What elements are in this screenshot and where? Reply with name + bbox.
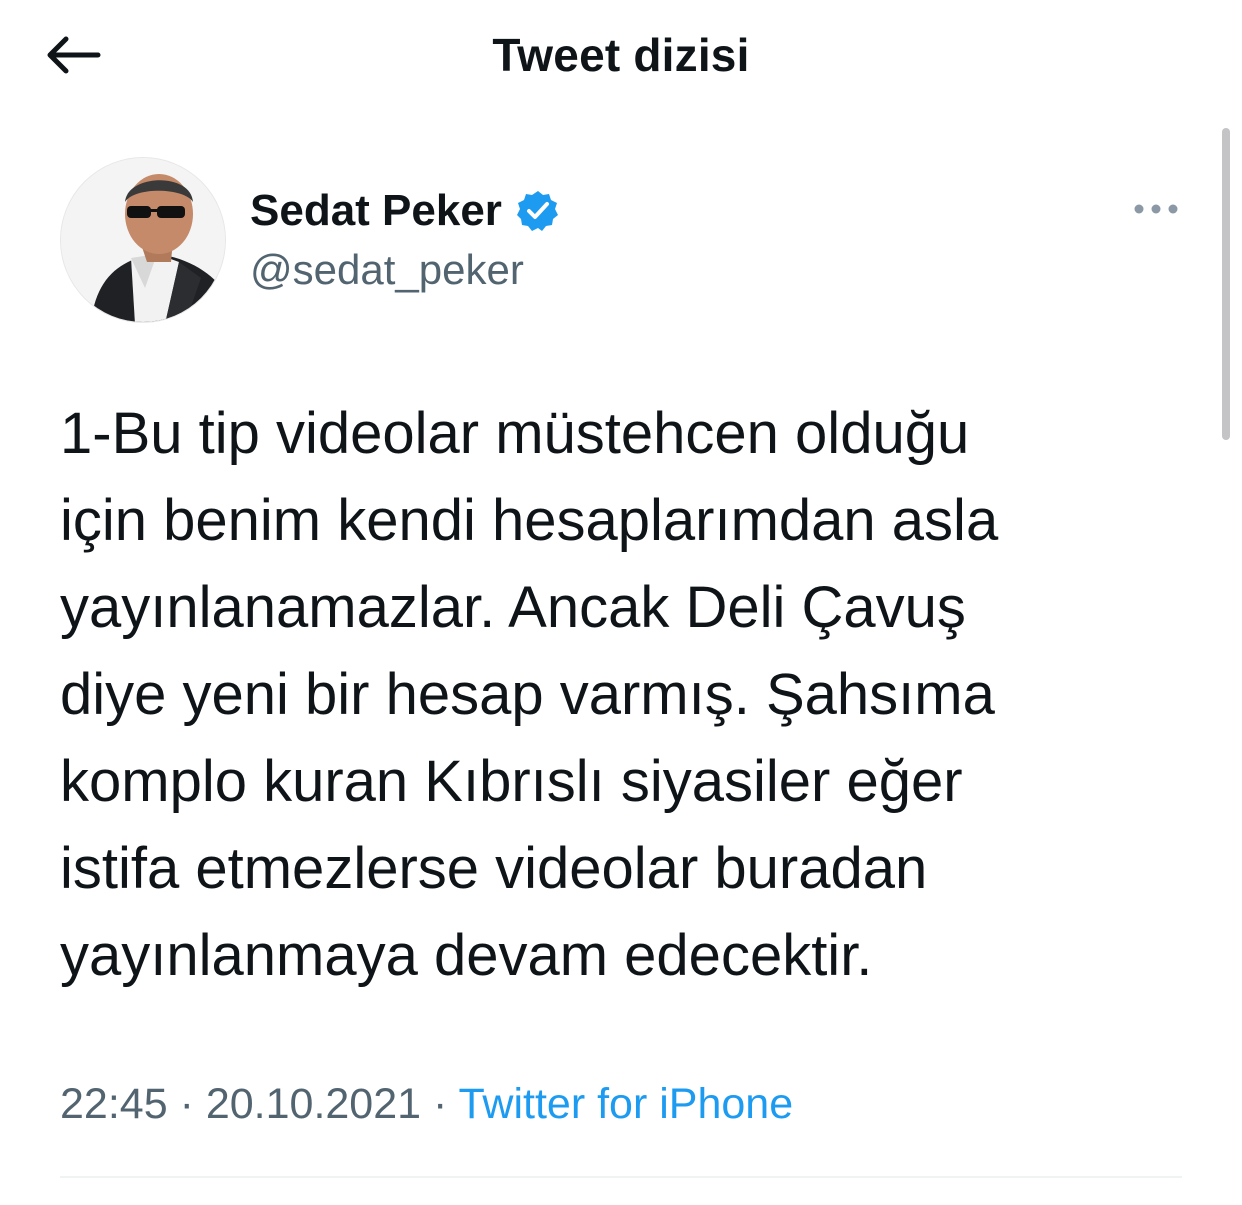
tweet-source-link[interactable]: Twitter for iPhone	[459, 1080, 794, 1128]
scrollbar[interactable]	[1222, 128, 1230, 440]
author-name-row[interactable]: Sedat Peker	[250, 186, 560, 236]
page-title: Tweet dizisi	[492, 29, 750, 81]
divider	[60, 1176, 1182, 1178]
tweet-text: 1-Bu tip videolar müstehcen olduğu için …	[60, 401, 999, 988]
tweet-meta: 22:45 · 20.10.2021 · Twitter for iPhone	[60, 1080, 793, 1129]
top-bar: Tweet dizisi	[0, 0, 1242, 110]
more-options-button[interactable]	[1126, 192, 1186, 226]
meta-separator: ·	[433, 1080, 448, 1128]
profile-photo	[61, 158, 225, 322]
avatar[interactable]	[60, 157, 226, 323]
tweet-date[interactable]: 20.10.2021	[206, 1080, 421, 1128]
tweet-time[interactable]: 22:45	[60, 1080, 168, 1128]
verified-badge-icon	[516, 189, 560, 233]
ellipsis-icon	[1134, 204, 1178, 214]
meta-separator: ·	[179, 1080, 194, 1128]
author-handle[interactable]: @sedat_peker	[250, 246, 524, 294]
author-name[interactable]: Sedat Peker	[250, 186, 502, 236]
